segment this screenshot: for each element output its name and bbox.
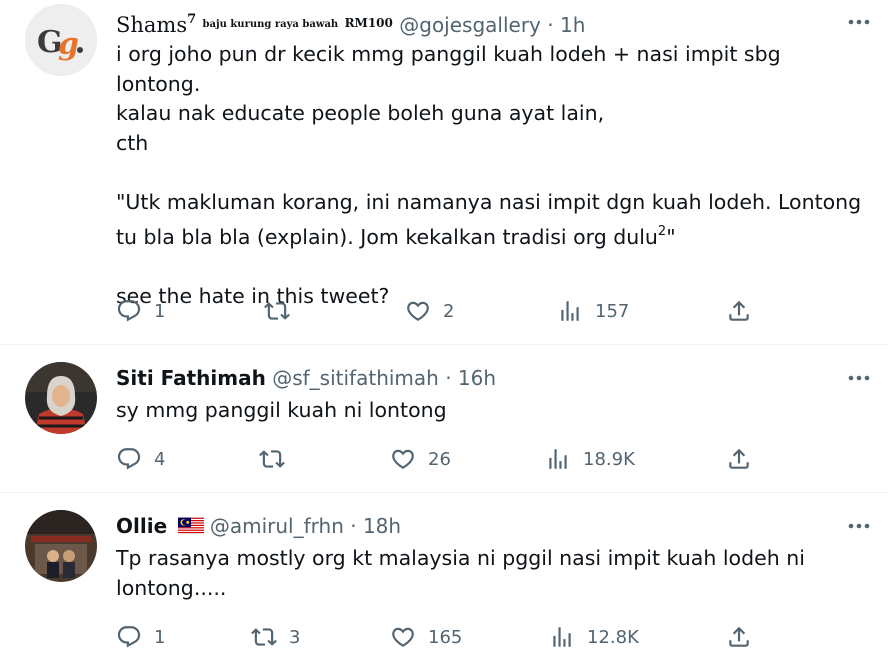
body-line: cth <box>116 130 149 155</box>
like-count: 2 <box>443 300 455 322</box>
user-handle[interactable]: @sf_sitifathimah <box>272 366 439 390</box>
body-line: "Utk makluman korang, ini namanya nasi i… <box>116 189 862 214</box>
views-button[interactable]: 18.9K <box>545 444 635 474</box>
separator-dot: · <box>350 514 357 538</box>
reply-icon <box>117 300 141 322</box>
retweet-icon <box>259 450 285 468</box>
more-options-button[interactable] <box>844 514 874 538</box>
like-count: 26 <box>428 448 451 470</box>
reply-button[interactable]: 1 <box>116 622 165 652</box>
tweet-body: Tp rasanya mostly org kt malaysia ni pgg… <box>116 544 866 603</box>
heart-icon <box>407 301 429 321</box>
body-line: i org joho pun dr kecik mmg panggil kuah… <box>116 42 788 96</box>
reply-icon <box>117 448 141 470</box>
reply-count: 1 <box>154 626 166 648</box>
display-name[interactable]: Ollie <box>116 514 167 538</box>
like-button[interactable]: 26 <box>390 444 451 474</box>
share-button[interactable] <box>726 622 752 652</box>
share-button[interactable] <box>726 296 752 326</box>
tweet-shams[interactable]: G g Shams7 baju kurung raya bawah RM100 … <box>0 0 888 345</box>
views-button[interactable]: 12.8K <box>549 622 639 652</box>
reply-button[interactable]: 4 <box>116 444 165 474</box>
retweet-icon <box>264 302 290 320</box>
separator-dot: · <box>547 13 554 37</box>
timestamp[interactable]: 18h <box>363 514 401 538</box>
views-count: 18.9K <box>583 448 635 470</box>
retweet-icon <box>251 628 277 646</box>
heart-icon <box>392 627 414 647</box>
retweet-button[interactable] <box>264 296 302 326</box>
tweet-header: Ollie @amirul_frhn · 18h <box>116 514 401 538</box>
user-handle[interactable]: @amirul_frhn <box>210 514 344 538</box>
views-button[interactable]: 157 <box>557 296 629 326</box>
display-name[interactable]: Siti Fathimah <box>116 366 266 390</box>
heart-icon <box>392 449 414 469</box>
display-name-suffix-price: RM100 <box>344 16 393 30</box>
more-options-icon <box>848 523 870 529</box>
views-chart-icon <box>553 627 571 647</box>
tweet-body: i org joho pun dr kecik mmg panggil kuah… <box>116 40 866 312</box>
body-line <box>116 158 866 188</box>
share-button[interactable] <box>726 444 752 474</box>
avatar-shams[interactable]: G g <box>25 4 97 76</box>
body-line: sy mmg panggil kuah ni lontong <box>116 398 447 422</box>
body-line-text: tu bla bla bla (explain). Jom kekalkan t… <box>116 225 658 249</box>
views-count: 12.8K <box>587 626 639 648</box>
avatar-ollie[interactable] <box>25 510 97 582</box>
separator-dot: · <box>445 366 452 390</box>
body-line: lontong..... <box>116 575 227 600</box>
display-name-sup: 7 <box>187 12 197 27</box>
avatar-siti-fathimah[interactable] <box>25 362 97 434</box>
body-line <box>116 253 866 283</box>
user-handle[interactable]: @gojesgallery <box>399 13 541 37</box>
tweet-body: sy mmg panggil kuah ni lontong <box>116 396 866 426</box>
superscript: 2 <box>657 224 667 239</box>
views-chart-icon <box>549 449 567 469</box>
views-chart-icon <box>561 301 579 321</box>
body-line: kalau nak educate people boleh guna ayat… <box>116 101 605 125</box>
like-button[interactable]: 165 <box>390 622 462 652</box>
more-options-icon <box>848 375 870 381</box>
retweet-button[interactable]: 3 <box>251 622 300 652</box>
closing-quote: " <box>666 225 676 249</box>
reply-button[interactable]: 1 <box>116 296 165 326</box>
tweet-ollie[interactable]: Ollie @amirul_frhn · 18h Tp rasanya most… <box>0 494 888 667</box>
retweet-count: 3 <box>289 626 301 648</box>
display-name[interactable]: Shams <box>116 13 187 37</box>
views-count: 157 <box>595 300 630 322</box>
retweet-button[interactable] <box>259 444 297 474</box>
timestamp[interactable]: 16h <box>458 366 496 390</box>
svg-text:g: g <box>58 27 79 62</box>
share-icon <box>729 626 749 647</box>
tweet-siti-fathimah[interactable]: Siti Fathimah @sf_sitifathimah · 16h sy … <box>0 346 888 493</box>
like-button[interactable]: 2 <box>405 296 454 326</box>
display-name-suffix: baju kurung raya bawah <box>202 19 339 30</box>
body-line: tu bla bla bla (explain). Jom kekalkan t… <box>116 217 866 253</box>
timestamp[interactable]: 1h <box>560 13 585 37</box>
reply-icon <box>117 626 141 648</box>
share-icon <box>729 448 749 469</box>
reply-count: 1 <box>154 300 166 322</box>
share-icon <box>729 300 749 321</box>
more-options-icon <box>848 19 870 25</box>
more-options-button[interactable] <box>844 10 874 34</box>
malaysia-flag-icon <box>177 517 204 535</box>
like-count: 165 <box>428 626 463 648</box>
more-options-button[interactable] <box>844 366 874 390</box>
tweet-header: Siti Fathimah @sf_sitifathimah · 16h <box>116 366 496 390</box>
body-line: see the hate in this tweet? <box>116 284 390 308</box>
tweet-header: Shams7 baju kurung raya bawah RM100 @goj… <box>116 8 585 37</box>
body-line: Tp rasanya mostly org kt malaysia ni pgg… <box>116 546 805 570</box>
reply-count: 4 <box>154 448 166 470</box>
